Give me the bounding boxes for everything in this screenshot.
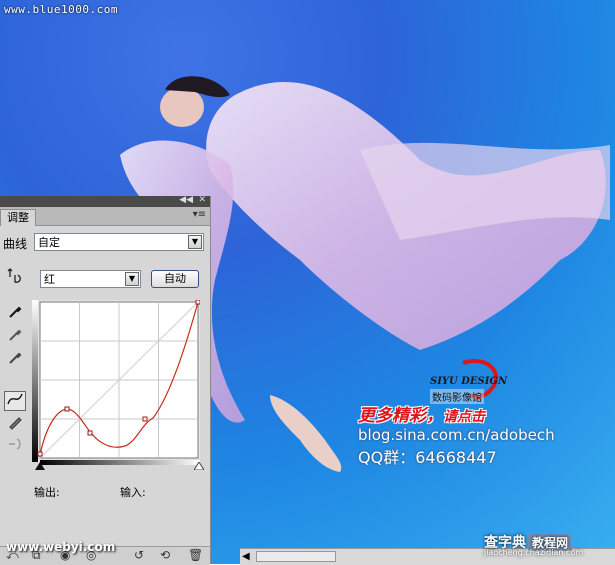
output-gradient [32, 300, 38, 462]
curve-point[interactable] [37, 451, 43, 457]
qq-group: QQ群：64668447 [358, 448, 497, 467]
input-gradient [40, 460, 200, 465]
click-text: 请点击 [443, 409, 485, 425]
collapse-icon[interactable]: ◀◀ [179, 195, 193, 205]
adjustments-panel: ◀◀ ✕ 调整 ▾≡ 曲线 自定 ▼ 红 ▼ 自动 输出: 输入: ⤺ ⧉ ◉ … [0, 195, 211, 565]
watermark-bottom-left: www.webyi.com [6, 540, 116, 554]
scroll-thumb[interactable] [256, 551, 336, 562]
more-link[interactable]: 更多精彩，请点击 [358, 401, 485, 426]
curve-point-icon[interactable] [4, 391, 26, 411]
reset-icon[interactable]: ⟲ [160, 548, 170, 562]
watermark-sub: jiaocheng.chazidian.com [484, 548, 584, 557]
finger-adjust-icon[interactable] [4, 267, 26, 287]
brand-name: SIYU DESIGN [430, 376, 508, 387]
trash-icon[interactable]: 🗑 [188, 548, 203, 562]
auto-button[interactable]: 自动 [151, 270, 199, 288]
curve-point[interactable] [142, 416, 148, 422]
more-text: 更多精彩， [358, 406, 443, 426]
scroll-left-icon[interactable]: ◀ [242, 551, 250, 562]
curve-point[interactable] [64, 406, 70, 412]
eyedropper-white-icon[interactable] [4, 350, 26, 370]
tab-adjustments[interactable]: 调整 [0, 209, 36, 226]
white-point-slider[interactable] [194, 462, 204, 470]
black-point-slider[interactable] [35, 462, 45, 470]
close-icon[interactable]: ✕ [198, 195, 206, 205]
panel-tabrow: 调整 ▾≡ [0, 207, 210, 226]
smooth-icon[interactable] [4, 436, 26, 456]
curve-point[interactable] [87, 430, 93, 436]
output-label: 输出: [34, 486, 60, 499]
chevron-down-icon[interactable]: ▼ [125, 272, 139, 286]
curve-point[interactable] [195, 300, 200, 305]
eyedropper-gray-icon[interactable] [4, 327, 26, 347]
pencil-icon[interactable] [4, 414, 26, 434]
eyedropper-black-icon[interactable] [4, 304, 26, 324]
curve-label: 曲线 [3, 237, 28, 251]
curves-graph[interactable] [32, 300, 200, 462]
panel-titlebar: ◀◀ ✕ [0, 195, 210, 207]
chevron-down-icon[interactable]: ▼ [188, 235, 202, 249]
preset-row: 曲线 自定 ▼ [0, 231, 210, 255]
blog-url: blog.sina.com.cn/adobech [358, 426, 555, 444]
channel-select[interactable]: 红 ▼ [40, 270, 141, 288]
watermark-top: www.blue1000.com [4, 3, 118, 16]
watermark-bottom-right: 查字典 教程网 jiaocheng.chazidian.com [484, 532, 583, 557]
panel-menu-icon[interactable]: ▾≡ [193, 209, 206, 220]
previous-state-icon[interactable]: ↺ [134, 548, 144, 562]
input-label: 输入: [120, 486, 146, 499]
preset-value: 自定 [38, 236, 60, 249]
channel-value: 红 [44, 273, 55, 286]
preset-select[interactable]: 自定 ▼ [34, 233, 204, 251]
